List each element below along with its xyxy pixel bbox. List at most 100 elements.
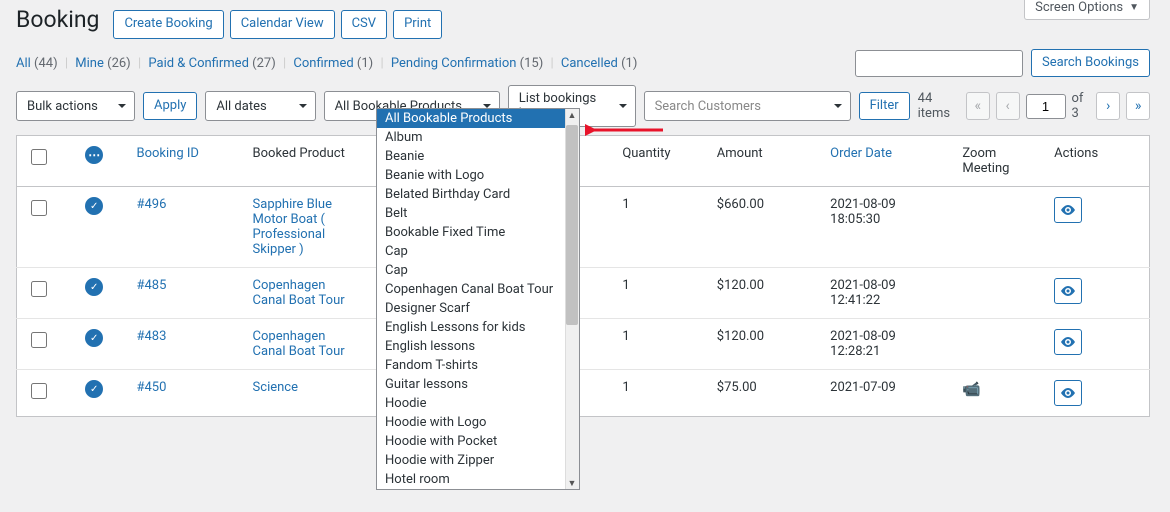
video-icon[interactable]: 📹	[962, 380, 981, 398]
dropdown-option[interactable]: All Bookable Products	[377, 109, 579, 128]
status-confirmed-icon: ✓	[85, 380, 103, 398]
status-filter-tabs: All (44) | Mine (26) | Paid & Confirmed …	[16, 56, 637, 71]
row-checkbox[interactable]	[31, 383, 47, 399]
col-amount: Amount	[707, 136, 820, 187]
row-checkbox[interactable]	[31, 281, 47, 297]
status-column-icon: ⋯	[85, 146, 103, 164]
dropdown-option[interactable]: Copenhagen Canal Boat Tour	[377, 280, 579, 299]
booked-product-link[interactable]: Science	[253, 380, 298, 395]
amount-cell: $660.00	[707, 187, 820, 268]
col-booking-id[interactable]: Booking ID	[126, 136, 242, 187]
tab-cancelled[interactable]: Cancelled	[561, 56, 618, 71]
row-checkbox[interactable]	[31, 332, 47, 348]
prev-page-button[interactable]: ‹	[996, 92, 1020, 120]
booked-product-link[interactable]: Copenhagen Canal Boat Tour	[253, 278, 345, 308]
dropdown-option[interactable]: Cap	[377, 242, 579, 261]
dropdown-option[interactable]: English Lessons for kids	[377, 318, 579, 337]
status-confirmed-icon: ✓	[85, 197, 103, 215]
dropdown-option[interactable]: Guitar lessons	[377, 375, 579, 394]
tab-mine[interactable]: Mine	[75, 56, 104, 71]
current-page-input[interactable]	[1026, 94, 1066, 119]
bookings-table: ⋯ Booking ID Booked Product Booked By En…	[16, 135, 1150, 417]
filter-button[interactable]: Filter	[859, 92, 910, 120]
scroll-thumb[interactable]	[566, 125, 578, 325]
booking-id-link[interactable]: #450	[136, 380, 166, 395]
page-of-text: of 3	[1072, 91, 1091, 121]
apply-button[interactable]: Apply	[143, 92, 197, 120]
dropdown-option[interactable]: Bookable Fixed Time	[377, 223, 579, 242]
col-quantity: Quantity	[612, 136, 706, 187]
col-order-date[interactable]: Order Date	[820, 136, 952, 187]
print-button[interactable]: Print	[393, 10, 442, 38]
order-date-cell: 2021-08-0912:41:22	[820, 268, 952, 319]
calendar-view-button[interactable]: Calendar View	[230, 10, 335, 38]
table-row: ✓#450ScienceTanishkaa15/07/211$75.002021…	[17, 370, 1150, 417]
last-page-button[interactable]: »	[1126, 92, 1150, 120]
select-all-checkbox[interactable]	[31, 149, 47, 165]
amount-cell: $120.00	[707, 268, 820, 319]
view-button[interactable]	[1054, 197, 1082, 223]
bulk-actions-select[interactable]: Bulk actions	[16, 91, 135, 121]
dropdown-option[interactable]: Designer Scarf	[377, 299, 579, 318]
screen-options-label: Screen Options	[1035, 0, 1123, 15]
annotation-arrow-icon	[585, 118, 665, 142]
row-checkbox[interactable]	[31, 200, 47, 216]
col-booked-product: Booked Product	[243, 136, 370, 187]
dropdown-option[interactable]: Hoodie with Zipper	[377, 451, 579, 470]
col-actions: Actions	[1044, 136, 1149, 187]
booking-id-link[interactable]: #483	[136, 329, 166, 344]
page-title: Booking	[16, 6, 99, 33]
booked-product-link[interactable]: Copenhagen Canal Boat Tour	[253, 329, 345, 359]
dropdown-option[interactable]: Belt	[377, 204, 579, 223]
search-customers-select[interactable]: Search Customers	[644, 91, 851, 121]
quantity-cell: 1	[612, 268, 706, 319]
quantity-cell: 1	[612, 370, 706, 417]
dropdown-option[interactable]: Beanie	[377, 147, 579, 166]
search-bookings-input[interactable]	[855, 50, 1023, 77]
table-row: ✓#483Copenhagen Canal Boat TourTanisha M…	[17, 319, 1150, 370]
status-confirmed-icon: ✓	[85, 329, 103, 347]
scroll-up-icon: ▲	[568, 111, 576, 119]
status-confirmed-icon: ✓	[85, 278, 103, 296]
dropdown-scrollbar[interactable]: ▲ ▼	[565, 109, 579, 489]
screen-options-button[interactable]: Screen Options ▼	[1024, 0, 1150, 20]
create-booking-button[interactable]: Create Booking	[113, 10, 223, 38]
tab-paid-confirmed[interactable]: Paid & Confirmed	[148, 56, 249, 71]
dropdown-option[interactable]: Hoodie	[377, 394, 579, 413]
col-zoom: Zoom Meeting	[952, 136, 1044, 187]
dropdown-option[interactable]: English lessons	[377, 337, 579, 356]
amount-cell: $120.00	[707, 319, 820, 370]
dropdown-option[interactable]: Hotel room	[377, 470, 579, 489]
tab-all[interactable]: All	[16, 56, 31, 71]
next-page-button[interactable]: ›	[1096, 92, 1120, 120]
dropdown-option[interactable]: Cap	[377, 261, 579, 280]
scroll-down-icon: ▼	[568, 479, 576, 487]
tab-pending[interactable]: Pending Confirmation	[391, 56, 517, 71]
bookable-products-dropdown[interactable]: All Bookable ProductsAlbumBeanieBeanie w…	[376, 108, 580, 490]
order-date-cell: 2021-08-0912:28:21	[820, 319, 952, 370]
table-row: ✓ #496 Sapphire Blue Motor Boat ( Professi…	[17, 187, 1150, 268]
first-page-button[interactable]: «	[966, 92, 990, 120]
dropdown-option[interactable]: Belated Birthday Card	[377, 185, 579, 204]
csv-button[interactable]: CSV	[341, 10, 387, 38]
dropdown-option[interactable]: Fandom T-shirts	[377, 356, 579, 375]
chevron-down-icon: ▼	[1129, 2, 1139, 13]
view-button[interactable]	[1054, 329, 1082, 355]
view-button[interactable]	[1054, 380, 1082, 406]
dropdown-option[interactable]: Hoodie with Logo	[377, 413, 579, 432]
all-dates-select[interactable]: All dates	[205, 91, 315, 121]
dropdown-option[interactable]: Album	[377, 128, 579, 147]
dropdown-option[interactable]: Hoodie with Pocket	[377, 432, 579, 451]
booked-product-link[interactable]: Sapphire Blue Motor Boat ( Professional …	[253, 197, 332, 257]
amount-cell: $75.00	[707, 370, 820, 417]
search-bookings-button[interactable]: Search Bookings	[1031, 49, 1150, 77]
booking-id-link[interactable]: #485	[136, 278, 166, 293]
tab-confirmed[interactable]: Confirmed	[293, 56, 353, 71]
order-date-cell: 2021-07-09	[820, 370, 952, 417]
table-row: ✓#485Copenhagen Canal Boat TourPatrick S…	[17, 268, 1150, 319]
items-count: 44 items	[918, 91, 960, 121]
quantity-cell: 1	[612, 319, 706, 370]
booking-id-link[interactable]: #496	[136, 197, 166, 212]
dropdown-option[interactable]: Beanie with Logo	[377, 166, 579, 185]
view-button[interactable]	[1054, 278, 1082, 304]
